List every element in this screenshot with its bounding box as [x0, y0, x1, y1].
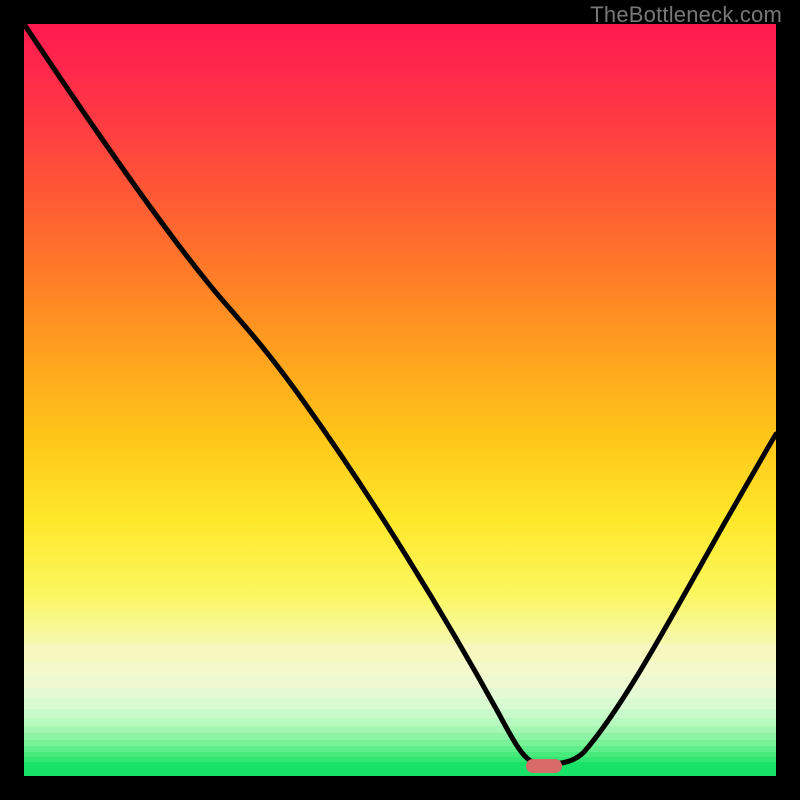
curve-path [24, 24, 776, 764]
bottleneck-curve [24, 24, 776, 776]
chart-stage: TheBottleneck.com [0, 0, 800, 800]
optimal-point-marker [526, 759, 562, 773]
watermark-text: TheBottleneck.com [590, 2, 782, 28]
plot-area [24, 24, 776, 776]
